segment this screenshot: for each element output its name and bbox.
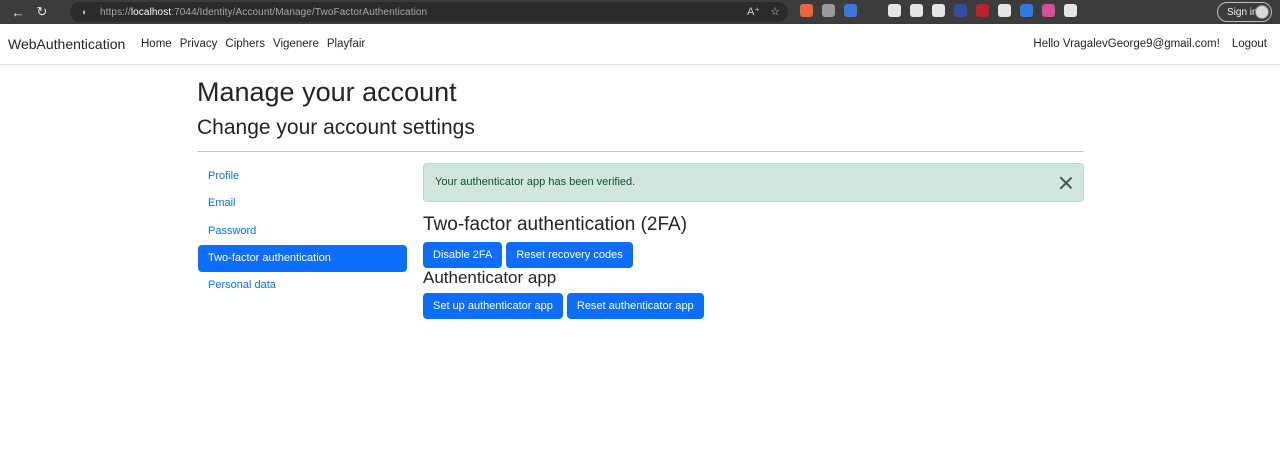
sign-in-button[interactable]: Sign in [1217, 2, 1272, 22]
url-host: localhost [130, 6, 172, 18]
setup-authenticator-button[interactable]: Set up authenticator app [423, 293, 563, 319]
nav-link-home[interactable]: Home [141, 38, 172, 50]
nav-link-privacy[interactable]: Privacy [180, 38, 218, 50]
authenticator-app-heading: Authenticator app [423, 268, 557, 287]
sidebar-item-two-factor[interactable]: Two-factor authentication [198, 244, 407, 272]
sidebar-item-personal-data[interactable]: Personal data [198, 272, 407, 299]
sidebar-item-password[interactable]: Password [198, 218, 407, 245]
extension-icon[interactable] [844, 4, 857, 17]
nav-link-ciphers[interactable]: Ciphers [225, 38, 265, 50]
close-icon[interactable] [1059, 176, 1073, 190]
extension-icon[interactable] [888, 4, 901, 17]
extension-icon[interactable] [1064, 4, 1077, 17]
sidebar-item-email[interactable]: Email [198, 190, 407, 217]
extension-icon[interactable] [1042, 4, 1055, 17]
site-info-icon[interactable]: ◐ [82, 7, 92, 17]
extension-icon[interactable] [910, 4, 923, 17]
extension-icon[interactable] [800, 4, 813, 17]
nav-links: Home Privacy Ciphers Vigenere Playfair [141, 38, 365, 50]
nav-link-playfair[interactable]: Playfair [327, 38, 365, 50]
reload-icon[interactable]: ↻ [33, 3, 51, 21]
favorite-star-icon[interactable]: ☆ [770, 5, 780, 18]
brand-link[interactable]: WebAuthentication [8, 36, 125, 52]
extension-icon[interactable] [1020, 4, 1033, 17]
divider [197, 151, 1084, 152]
url-text: https://localhost:7044/Identity/Account/… [100, 7, 427, 18]
sidebar-item-profile[interactable]: Profile [198, 163, 407, 190]
extension-icon[interactable] [932, 4, 945, 17]
extension-icon[interactable] [976, 4, 989, 17]
extension-icon[interactable] [822, 4, 835, 17]
url-prefix: https:// [100, 6, 131, 18]
extensions-row [800, 4, 1077, 17]
read-aloud-icon[interactable]: A⁺ [747, 5, 760, 18]
sign-in-label: Sign in [1227, 6, 1258, 18]
browser-toolbar: ← ↻ ◐ https://localhost:7044/Identity/Ac… [0, 0, 1280, 24]
extension-icon[interactable] [954, 4, 967, 17]
page-title: Manage your account [197, 77, 457, 107]
two-factor-actions: Disable 2FA Reset recovery codes [423, 242, 633, 268]
app-navbar: WebAuthentication Home Privacy Ciphers V… [0, 24, 1280, 65]
back-arrow-icon[interactable]: ← [9, 3, 27, 21]
reset-authenticator-button[interactable]: Reset authenticator app [566, 293, 704, 319]
disable-2fa-button[interactable]: Disable 2FA [423, 242, 503, 268]
reset-recovery-codes-button[interactable]: Reset recovery codes [506, 242, 633, 268]
user-area: Hello VragalevGeorge9@gmail.com! Logout [1033, 38, 1267, 50]
authenticator-actions: Set up authenticator app Reset authentic… [423, 293, 704, 319]
nav-link-vigenere[interactable]: Vigenere [273, 38, 319, 50]
manage-sidebar: Profile Email Password Two-factor authen… [198, 163, 407, 299]
logout-button[interactable]: Logout [1232, 38, 1267, 50]
extension-icon[interactable] [998, 4, 1011, 17]
alert-message: Your authenticator app has been verified… [435, 176, 636, 188]
url-path: :7044/Identity/Account/Manage/TwoFactorA… [171, 6, 428, 18]
page-subtitle: Change your account settings [197, 116, 475, 139]
success-alert: Your authenticator app has been verified… [423, 163, 1084, 202]
address-bar[interactable]: ◐ https://localhost:7044/Identity/Accoun… [70, 2, 788, 22]
extension-icon[interactable] [866, 4, 879, 17]
profile-avatar [1255, 5, 1269, 19]
two-factor-heading: Two-factor authentication (2FA) [423, 214, 688, 235]
user-greeting-link[interactable]: Hello VragalevGeorge9@gmail.com! [1033, 38, 1219, 50]
